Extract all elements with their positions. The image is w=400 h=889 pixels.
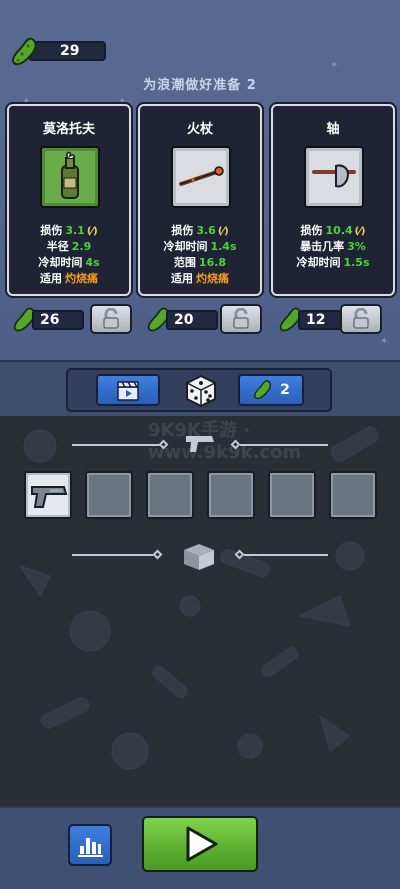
weapon-card-molotov[interactable]: 莫洛托夫 损伤 3.1 (⁄) 半径 2.9 冷却时间 4s 适用 灼烧痛 [7, 104, 131, 296]
bar-chart-icon [78, 838, 103, 857]
stat-value: 16.8 [198, 256, 227, 269]
stat-label: 冷却时间 [163, 240, 208, 253]
weapon-icon-box [171, 146, 231, 208]
damage-type-icon: (⁄) [354, 226, 366, 237]
stat-label: 冷却时间 [296, 256, 341, 269]
separator-line [244, 554, 328, 556]
price-value: 26 [40, 312, 60, 328]
pickle-reroll-button[interactable]: 2 [238, 374, 304, 406]
stat-value: 3.6 [196, 224, 216, 237]
stat-value: 3% [347, 240, 366, 253]
bottom-bar [0, 806, 400, 889]
pistol-icon [186, 436, 214, 452]
price-row-fire-staff: 20 [146, 304, 268, 334]
stat-label: 半径 [46, 240, 69, 253]
action-bar: 2 [0, 360, 400, 416]
inventory-area: 9K9K手游 · www.9k9k.com [0, 416, 400, 806]
damage-type-icon: (⁄) [86, 226, 98, 237]
weapon-card-fire-staff[interactable]: 火杖 损伤 3.6 (⁄) 冷却时间 1.4s 范围 16.8 适用 灼烧痛 [138, 104, 262, 296]
stat-value: 灼烧痛 [196, 272, 229, 285]
separator-line [72, 444, 164, 446]
pickle-icon [254, 380, 272, 400]
reroll-cost: 2 [280, 382, 290, 398]
video-reroll-button[interactable] [96, 374, 160, 406]
axe-icon [312, 164, 356, 188]
damage-type-icon: (⁄) [217, 226, 229, 237]
weapon-slot-4[interactable] [207, 471, 255, 519]
stats-button[interactable] [68, 824, 112, 866]
price-value: 12 [306, 312, 326, 328]
stat-label: 损伤 [300, 224, 323, 237]
stat-value: 2.9 [71, 240, 92, 253]
pickle-icon [11, 37, 37, 66]
stat-label: 损伤 [40, 224, 63, 237]
weapon-name: 轴 [326, 122, 340, 137]
weapon-slot-6[interactable] [329, 471, 377, 519]
stat-label: 冷却时间 [38, 256, 83, 269]
stat-value: 10.4 [325, 224, 353, 237]
lock-button[interactable] [90, 304, 132, 334]
dice-icon[interactable] [184, 374, 218, 408]
weapon-icon-box [40, 146, 100, 208]
stat-label: 暴击几率 [300, 240, 345, 253]
sparkle-icon: ✦ [330, 60, 339, 71]
currency-amount: 29 [60, 43, 80, 59]
stat-value: 4s [85, 256, 100, 269]
shop-panel: ✦ ✦ ✦ ✦ 29 为浪潮做好准备 2 莫洛托夫 损伤 3.1 (⁄) 半径 2.9… [0, 0, 400, 360]
stat-value: 灼烧痛 [65, 272, 98, 285]
clapperboard-icon [117, 381, 139, 401]
weapon-slot-2[interactable] [85, 471, 133, 519]
price-value: 20 [174, 312, 194, 328]
price-row-axe: 12 [278, 304, 400, 334]
currency-display: 29 [10, 36, 106, 66]
weapon-slot-5[interactable] [268, 471, 316, 519]
weapon-slot-3[interactable] [146, 471, 194, 519]
stat-label: 适用 [171, 272, 193, 285]
weapon-name: 火杖 [186, 122, 213, 137]
play-icon [186, 826, 218, 862]
weapon-slot-1[interactable] [24, 471, 72, 519]
molotov-icon [61, 151, 79, 199]
weapon-stats: 损伤 3.1 (⁄) 半径 2.9 冷却时间 4s 适用 灼烧痛 [9, 222, 129, 286]
padlock-icon [353, 308, 369, 329]
stat-value: 1.5s [343, 256, 370, 269]
stat-value: 1.4s [210, 240, 237, 253]
box-icon [184, 544, 214, 570]
pistol-icon [31, 486, 68, 508]
weapon-card-axe[interactable]: 轴 损伤 10.4 (⁄) 暴击几率 3% 冷却时间 1.5s [271, 104, 395, 296]
stat-value: 3.1 [65, 224, 85, 237]
separator-line [240, 444, 328, 446]
wave-title: 为浪潮做好准备 2 [143, 78, 257, 93]
stat-label: 适用 [40, 272, 62, 285]
stat-label: 范围 [173, 256, 196, 269]
weapon-stats: 损伤 3.6 (⁄) 冷却时间 1.4s 范围 16.8 适用 灼烧痛 [140, 222, 260, 286]
play-button[interactable] [142, 816, 258, 872]
padlock-icon [103, 308, 119, 329]
separator-line [72, 554, 158, 556]
lock-button[interactable] [220, 304, 262, 334]
padlock-icon [233, 308, 249, 329]
sparkle-icon: ✦ [380, 336, 389, 347]
stat-label: 损伤 [171, 224, 194, 237]
fire-staff-icon [179, 166, 224, 186]
action-bar-frame: 2 [66, 368, 332, 412]
weapon-name: 莫洛托夫 [42, 122, 95, 137]
price-row-molotov: 26 [12, 304, 134, 334]
lock-button[interactable] [340, 304, 382, 334]
weapon-stats: 损伤 10.4 (⁄) 暴击几率 3% 冷却时间 1.5s [273, 222, 393, 270]
weapon-icon-box [304, 146, 364, 208]
